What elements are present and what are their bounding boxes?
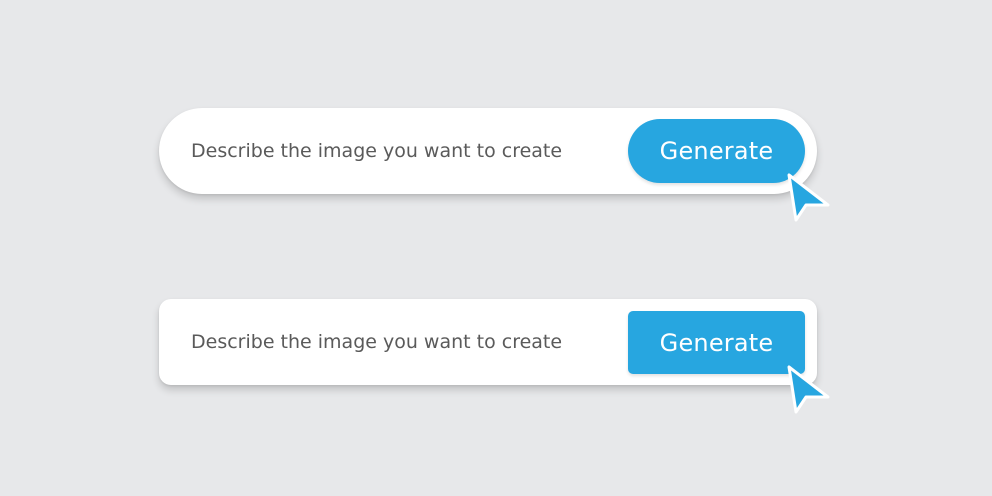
cursor-arrow-icon [787,365,830,414]
generate-button[interactable]: Generate [628,119,805,183]
prompt-input[interactable] [191,331,611,353]
generate-button[interactable]: Generate [628,311,805,374]
prompt-bar-square: Generate [159,299,817,385]
cursor-arrow-icon [787,173,830,222]
prompt-input[interactable] [191,140,611,162]
prompt-bar-rounded: Generate [159,108,817,194]
